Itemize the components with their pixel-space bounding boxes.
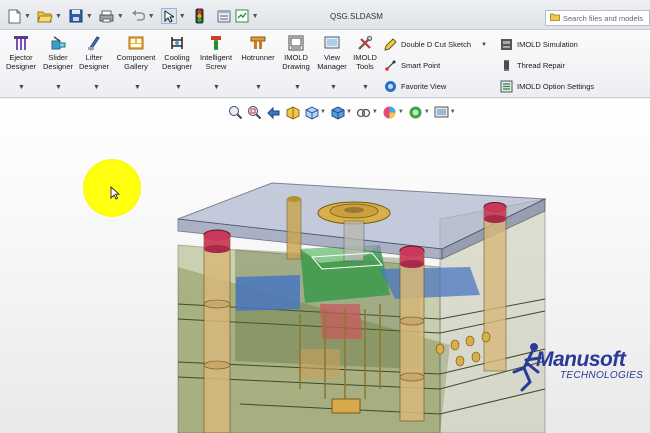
item-label: IMOLD Simulation <box>517 40 578 49</box>
sketch-dropdown-caret[interactable]: ▼ <box>481 42 487 48</box>
hotrunner-button[interactable]: Hotrunner <box>237 35 279 62</box>
double-d-cut-sketch-item[interactable]: Double D Cut Sketch ▼ <box>384 38 487 51</box>
select-icon[interactable] <box>160 8 177 24</box>
new-dropdown-caret[interactable]: ▼ <box>24 13 31 20</box>
button-label-line2: Designer <box>5 62 36 71</box>
button-label-line2: Designer <box>78 62 109 71</box>
button-label-line2: Tools <box>356 62 374 71</box>
component-gallery-button[interactable]: Component Gallery <box>115 35 157 71</box>
cooling-designer-button[interactable]: Cooling Designer <box>156 35 198 71</box>
button-label-line2: Designer <box>161 62 192 71</box>
manusoft-logo: Manusoft TECHNOLOGIES <box>510 342 650 402</box>
smart-point-item[interactable]: Smart Point <box>384 59 440 72</box>
print-icon[interactable] <box>99 8 115 24</box>
slider-icon <box>50 35 66 51</box>
search-folder-icon <box>550 13 560 23</box>
cooling-dropdown-caret[interactable]: ▼ <box>175 84 182 91</box>
lifter-designer-button[interactable]: Lifter Designer <box>73 35 115 71</box>
simulation-icon <box>500 38 513 51</box>
lifter-icon <box>86 35 102 51</box>
options-icon[interactable] <box>234 8 250 24</box>
document-title: QSG.SLDASM <box>330 12 383 21</box>
screw-icon <box>208 35 224 51</box>
tools-icon <box>357 35 373 51</box>
gallery-dropdown-caret[interactable]: ▼ <box>134 84 141 91</box>
item-label: Favorite View <box>401 82 447 91</box>
undo-dropdown-caret[interactable]: ▼ <box>148 13 155 20</box>
drawing-icon <box>288 35 304 51</box>
ejector-dropdown-caret[interactable]: ▼ <box>18 84 25 91</box>
button-label-line1: Intelligent <box>199 53 233 62</box>
cooling-icon <box>169 35 185 51</box>
item-label: Double D Cut Sketch <box>401 40 472 49</box>
undo-icon[interactable] <box>130 8 146 24</box>
screw-dropdown-caret[interactable]: ▼ <box>213 84 220 91</box>
imold-tools-button[interactable]: IMOLD Tools <box>344 35 386 71</box>
view-manager-dropdown-caret[interactable]: ▼ <box>330 84 337 91</box>
button-label-line1: Hotrunner <box>241 53 275 62</box>
ejector-icon <box>13 35 29 51</box>
button-label-line1: Lifter <box>85 53 103 62</box>
new-icon[interactable] <box>6 8 22 24</box>
save-dropdown-caret[interactable]: ▼ <box>86 13 93 20</box>
options-dropdown-caret[interactable]: ▼ <box>252 13 259 20</box>
thread-repair-item[interactable]: Thread Repair <box>500 59 565 72</box>
search-box[interactable]: Search files and models <box>545 10 650 26</box>
open-icon[interactable] <box>37 8 53 24</box>
favorite-view-item[interactable]: Favorite View <box>384 80 446 93</box>
gallery-icon <box>128 35 144 51</box>
print-dropdown-caret[interactable]: ▼ <box>117 13 124 20</box>
view-manager-icon <box>324 35 340 51</box>
select-dropdown-caret[interactable]: ▼ <box>179 13 186 20</box>
hotrunner-icon <box>250 35 266 51</box>
imold-simulation-item[interactable]: IMOLD Simulation <box>500 38 578 51</box>
button-label-line2: Gallery <box>124 62 148 71</box>
item-label: Smart Point <box>401 61 441 70</box>
command-ribbon: Ejector Designer Slider Designer Lifter … <box>0 30 650 98</box>
drawing-dropdown-caret[interactable]: ▼ <box>294 84 301 91</box>
item-label: Thread Repair <box>517 61 565 70</box>
imold-option-settings-item[interactable]: IMOLD Option Settings <box>500 80 594 93</box>
traffic-light-icon[interactable] <box>192 8 208 24</box>
slider-dropdown-caret[interactable]: ▼ <box>55 84 62 91</box>
favorite-view-icon <box>384 80 397 93</box>
title-bar: ▼ ▼ ▼ ▼ ▼ ▼ ▼ QSG.SLDASM Search files an… <box>0 0 650 30</box>
logo-name: Manusoft <box>536 348 626 371</box>
hotrunner-dropdown-caret[interactable]: ▼ <box>255 84 262 91</box>
button-label-line1: Ejector <box>9 53 33 62</box>
button-label-line1: IMOLD <box>353 53 377 62</box>
intelligent-screw-button[interactable]: Intelligent Screw <box>195 35 237 71</box>
search-input[interactable]: Search files and models <box>563 14 643 23</box>
smart-point-icon <box>384 59 397 72</box>
lifter-dropdown-caret[interactable]: ▼ <box>93 84 100 91</box>
open-dropdown-caret[interactable]: ▼ <box>55 13 62 20</box>
item-label: IMOLD Option Settings <box>517 82 595 91</box>
graphics-viewport[interactable]: ▼ ▼ ▼ ▼ ▼ ▼ Manusoft TECHNOLOGIES <box>0 99 650 433</box>
save-icon[interactable] <box>68 8 84 24</box>
button-label-line2: Screw <box>205 62 227 71</box>
button-label-line1: Component <box>116 53 156 62</box>
ejector-designer-button[interactable]: Ejector Designer <box>0 35 42 71</box>
logo-tagline: TECHNOLOGIES <box>560 370 644 381</box>
sketch-icon <box>384 38 397 51</box>
thread-repair-icon <box>500 59 513 72</box>
button-label-line1: Cooling <box>164 53 190 62</box>
tools-dropdown-caret[interactable]: ▼ <box>362 84 369 91</box>
file-properties-icon[interactable] <box>216 8 232 24</box>
option-settings-icon <box>500 80 513 93</box>
quick-access-toolbar: ▼ ▼ ▼ ▼ ▼ ▼ ▼ <box>6 7 265 25</box>
